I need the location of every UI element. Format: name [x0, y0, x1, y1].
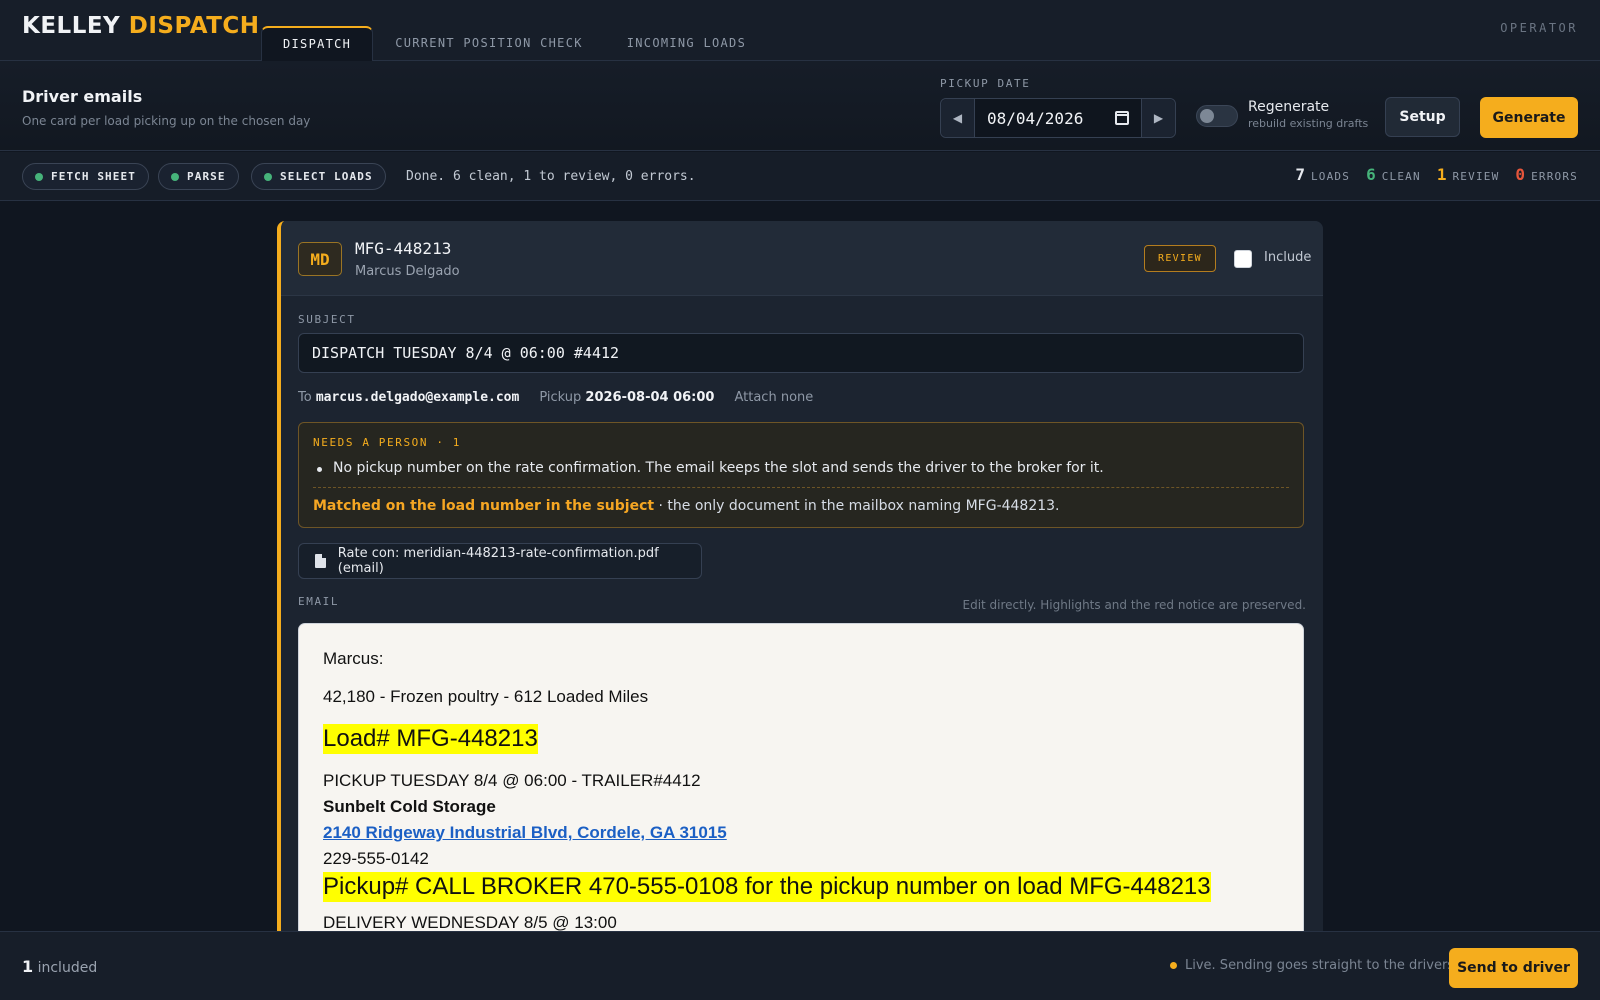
pickup-date-picker: ◀ 08/04/2026 ▶: [940, 98, 1176, 138]
email-load-number: Load# MFG-448213: [323, 724, 538, 754]
count-value: 6: [1366, 165, 1376, 184]
include-label[interactable]: Include: [1264, 250, 1311, 265]
needs-person-alert: NEEDS A PERSON · 1 No pickup number on t…: [298, 422, 1304, 528]
brand-name-part2: DISPATCH: [128, 13, 260, 39]
count-value: 0: [1515, 165, 1526, 184]
generate-button[interactable]: Generate: [1480, 97, 1578, 138]
chevron-right-icon: ▶: [1153, 111, 1164, 125]
email-shipper-address-link[interactable]: 2140 Ridgeway Industrial Blvd, Cordele, …: [323, 823, 727, 842]
setup-button[interactable]: Setup: [1385, 97, 1460, 137]
live-dot-icon: [1170, 962, 1177, 969]
document-icon: [315, 554, 326, 568]
count-label: REVIEW: [1452, 170, 1500, 183]
load-number: MFG-448213: [355, 239, 452, 258]
step-parse: PARSE: [158, 163, 239, 190]
subject-label: SUBJECT: [298, 313, 356, 326]
toggle-knob: [1200, 109, 1214, 123]
edit-hint: Edit directly. Highlights and the red no…: [962, 598, 1307, 612]
review-badge: REVIEW: [1144, 245, 1216, 272]
load-card: MD MFG-448213 Marcus Delgado REVIEW Incl…: [277, 221, 1323, 941]
pipeline-status-bar: FETCH SHEET PARSE SELECT LOADS Done. 6 c…: [0, 152, 1600, 201]
count-label: CLEAN: [1381, 170, 1421, 183]
email-shipper-phone: 229-555-0142: [323, 849, 429, 868]
pickup-date-label: PICKUP DATE: [940, 77, 1031, 90]
page-header: Driver emails One card per load picking …: [0, 61, 1600, 151]
top-bar: KELLEY DISPATCH DISPATCH CURRENT POSITIO…: [0, 0, 1600, 62]
pickup-datetime: 2026-08-04 06:00: [585, 390, 715, 405]
live-message: Live. Sending goes straight to the drive…: [1185, 958, 1459, 973]
step-fetch-sheet: FETCH SHEET: [22, 163, 149, 190]
status-message: Done. 6 clean, 1 to review, 0 errors.: [406, 169, 696, 184]
alert-divider: [313, 487, 1289, 488]
included-number: 1: [22, 957, 34, 976]
tab-dispatch[interactable]: DISPATCH: [261, 26, 374, 62]
tab-incoming-loads[interactable]: INCOMING LOADS: [605, 26, 768, 61]
card-header: MD MFG-448213 Marcus Delgado REVIEW Incl…: [281, 221, 1323, 296]
count-loads: 7 LOADS: [1295, 165, 1350, 184]
email-pickup-line: PICKUP TUESDAY 8/4 @ 06:00 - TRAILER#441…: [323, 771, 701, 790]
rate-con-attachment[interactable]: Rate con: meridian-448213-rate-confirmat…: [298, 543, 702, 579]
count-label: LOADS: [1310, 170, 1351, 183]
count-review: 1 REVIEW: [1437, 165, 1500, 184]
page-title: Driver emails: [22, 87, 143, 106]
meta-to: To marcus.delgado@example.com: [298, 390, 520, 405]
send-to-driver-button[interactable]: Send to driver: [1449, 948, 1578, 988]
driver-name: Marcus Delgado: [355, 264, 460, 279]
email-pickup-number: Pickup# CALL BROKER 470-555-0108 for the…: [323, 872, 1211, 902]
brand-logo: KELLEY DISPATCH: [22, 13, 260, 39]
regenerate-sublabel: rebuild existing drafts: [1248, 117, 1369, 130]
meta-attach: Attach none: [734, 390, 814, 405]
summary-counts: 7 LOADS 6 CLEAN 1 REVIEW 0 ERRORS: [1295, 165, 1578, 184]
email-meta: To marcus.delgado@example.com Pickup 202…: [298, 390, 813, 405]
match-note-strong: Matched on the load number in the subjec…: [313, 498, 655, 514]
count-errors: 0 ERRORS: [1515, 165, 1578, 184]
email-load-summary: 42,180 - Frozen poultry - 612 Loaded Mil…: [323, 687, 649, 706]
status-dot-icon: [264, 172, 272, 181]
tab-current-position-check[interactable]: CURRENT POSITION CHECK: [373, 26, 605, 61]
attachment-label: Rate con: meridian-448213-rate-confirmat…: [337, 546, 659, 576]
driver-avatar: MD: [298, 242, 342, 276]
main-tabs: DISPATCH CURRENT POSITION CHECK INCOMING…: [261, 26, 768, 62]
match-note: Matched on the load number in the subjec…: [313, 498, 1060, 514]
count-value: 1: [1436, 165, 1447, 184]
alert-title: NEEDS A PERSON · 1: [313, 436, 462, 449]
brand-name-part1: KELLEY: [22, 13, 121, 39]
email-label: EMAIL: [298, 595, 340, 608]
included-count: 1 included: [22, 957, 97, 976]
match-note-rest: · the only document in the mailbox namin…: [654, 498, 1060, 514]
calendar-icon[interactable]: [1115, 111, 1129, 125]
pickup-date-input[interactable]: 08/04/2026: [975, 99, 1141, 137]
pickup-date-value: 08/04/2026: [987, 108, 1084, 128]
step-select-loads: SELECT LOADS: [251, 163, 386, 190]
alert-item: No pickup number on the rate confirmatio…: [317, 460, 1104, 476]
live-notice: Live. Sending goes straight to the drive…: [1170, 958, 1458, 973]
regenerate-label: Regenerate: [1248, 99, 1330, 115]
email-greeting: Marcus:: [323, 649, 384, 668]
regenerate-toggle[interactable]: [1196, 105, 1238, 127]
included-label: included: [37, 960, 98, 976]
status-dot-icon: [171, 172, 179, 181]
operator-label[interactable]: OPERATOR: [1500, 21, 1578, 35]
count-label: ERRORS: [1531, 170, 1578, 183]
include-checkbox[interactable]: [1234, 250, 1252, 268]
attach-value: none: [780, 390, 814, 405]
prev-day-button[interactable]: ◀: [941, 99, 975, 137]
next-day-button[interactable]: ▶: [1141, 99, 1175, 137]
status-dot-icon: [35, 172, 43, 181]
subject-input[interactable]: DISPATCH TUESDAY 8/4 @ 06:00 #4412: [298, 333, 1304, 373]
footer-bar: 1 included Live. Sending goes straight t…: [0, 931, 1600, 1000]
chevron-left-icon: ◀: [952, 111, 963, 125]
to-address: marcus.delgado@example.com: [315, 390, 520, 405]
page-subtitle: One card per load picking up on the chos…: [22, 114, 311, 128]
count-clean: 6 CLEAN: [1366, 165, 1421, 184]
count-value: 7: [1295, 165, 1305, 184]
email-editor[interactable]: Marcus: 42,180 - Frozen poultry - 612 Lo…: [298, 623, 1304, 941]
email-shipper-name: Sunbelt Cold Storage: [323, 797, 496, 816]
meta-pickup: Pickup 2026-08-04 06:00: [539, 390, 715, 405]
